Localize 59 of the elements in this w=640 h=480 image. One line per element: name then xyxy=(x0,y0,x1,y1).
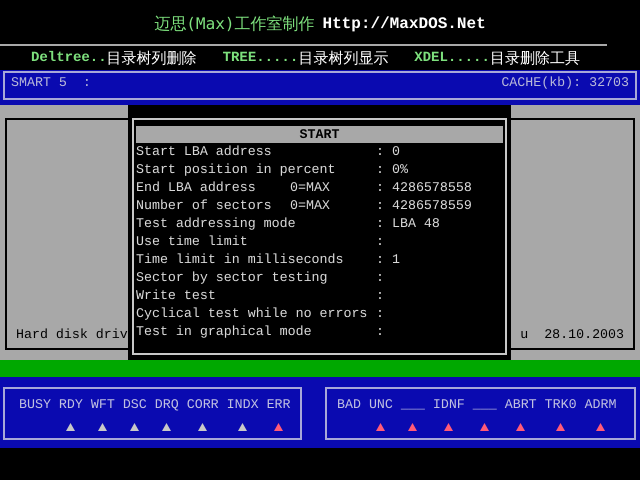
flag-label: BUSY xyxy=(19,396,51,414)
smart-label: SMART 5 : xyxy=(11,74,91,92)
field-label: Test addressing mode xyxy=(136,216,296,232)
flag-label: ___ xyxy=(400,396,425,414)
field-value: 1 xyxy=(392,251,400,270)
command-name: XDEL..... xyxy=(414,48,490,68)
date-text: u 28.10.2003 xyxy=(520,326,624,344)
field-label: End LBA address xyxy=(136,180,256,196)
field-hint: 0=MAX xyxy=(290,198,330,214)
flag-label: ADRM xyxy=(584,396,616,414)
field-colon: : xyxy=(376,144,384,160)
cache-label: CACHE(kb): 32703 xyxy=(501,74,629,92)
field-label: Cyclical test while no errors xyxy=(136,306,368,322)
field-value: LBA 48 xyxy=(392,215,440,234)
field-label: Use time limit xyxy=(136,234,248,250)
command-name: Deltree.. xyxy=(31,48,107,68)
field-colon: : xyxy=(376,180,384,196)
flag-label: DSC xyxy=(122,396,147,414)
field-hint: 0=MAX xyxy=(290,180,330,196)
flag-label: ABRT xyxy=(504,396,537,414)
field-label: Sector by sector testing xyxy=(136,270,328,286)
drive-info-text: Hard disk driv xyxy=(16,326,128,344)
command-description: 目录树列删除 xyxy=(106,48,197,69)
field-label: Test in graphical mode xyxy=(136,324,312,340)
banner-title: 迈思(Max)工作室制作 xyxy=(154,13,314,35)
field-colon: : xyxy=(376,270,384,286)
field-label: Time limit in milliseconds xyxy=(136,252,344,268)
field-label: Start LBA address xyxy=(136,144,272,160)
flag-label: IDNF xyxy=(432,396,465,414)
flag-label: UNC xyxy=(368,396,393,414)
field-value: 4286578559 xyxy=(392,197,472,216)
command-description: 目录删除工具 xyxy=(490,48,580,69)
banner-url: Http://MaxDOS.Net xyxy=(322,14,486,35)
field-colon: : xyxy=(376,324,384,340)
flag-label: INDX xyxy=(226,396,259,414)
field-colon: : xyxy=(376,288,384,304)
field-label: Number of sectors xyxy=(136,198,272,214)
flag-label: TRK0 xyxy=(544,396,577,414)
field-colon: : xyxy=(376,234,384,250)
flag-label: CORR xyxy=(186,396,219,414)
command-description: 目录树列显示 xyxy=(298,48,388,69)
dialog-title: START xyxy=(136,126,503,143)
flag-label: DRQ xyxy=(154,396,179,414)
flag-label: RDY xyxy=(58,396,83,414)
field-colon: : xyxy=(376,198,384,214)
field-label: Write test xyxy=(136,288,216,304)
field-value: 4286578558 xyxy=(392,179,472,198)
field-colon: : xyxy=(376,216,384,232)
flag-label: WFT xyxy=(90,396,115,414)
field-colon: : xyxy=(376,162,384,178)
command-name: TREE..... xyxy=(222,48,298,68)
flag-label: BAD xyxy=(337,396,361,414)
flag-label: ERR xyxy=(266,396,291,414)
field-value: 0 xyxy=(392,143,400,162)
field-colon: : xyxy=(376,306,384,322)
field-value: 0% xyxy=(392,161,408,180)
field-colon: : xyxy=(376,252,384,268)
flag-label: ___ xyxy=(472,396,497,414)
field-label: Start position in percent xyxy=(136,162,336,178)
